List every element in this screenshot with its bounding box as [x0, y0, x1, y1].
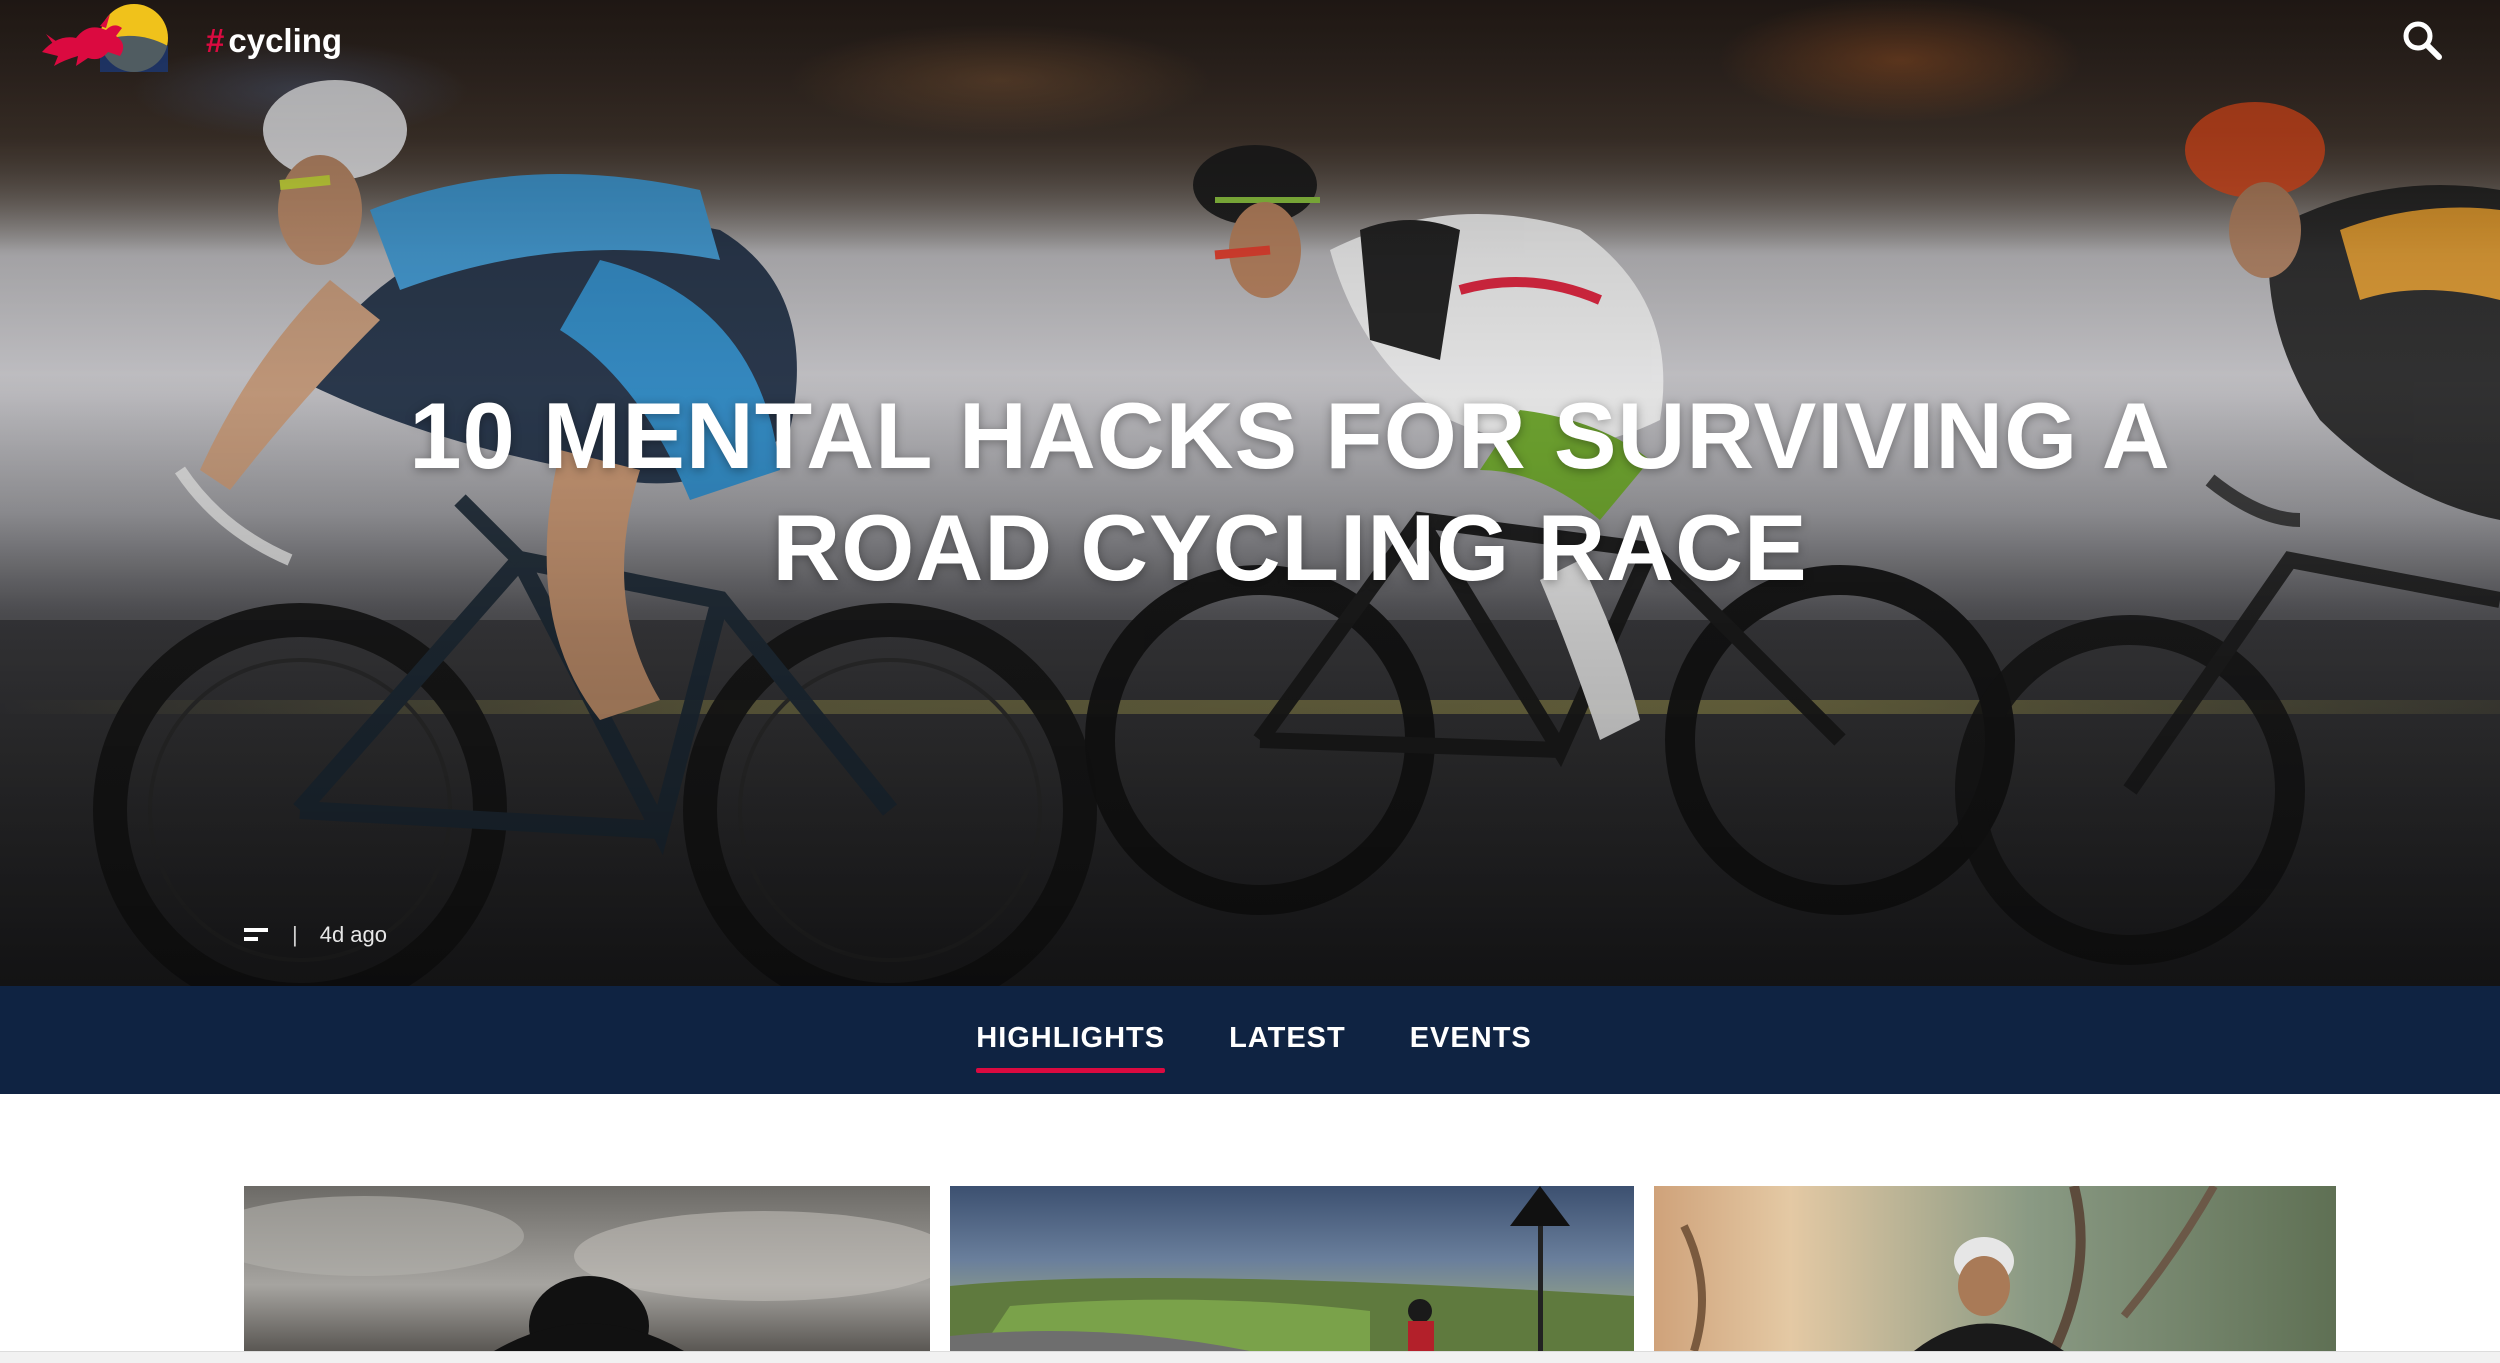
cyclist-countryside-road-photo — [950, 1186, 1634, 1351]
hashtag-symbol: # — [206, 22, 225, 59]
hero-meta: | 4d ago — [244, 920, 387, 950]
cyclist-cloudy-sky-photo — [244, 1196, 930, 1351]
cyclist-forest-photo — [1680, 1186, 2218, 1351]
hero-timestamp: 4d ago — [319, 922, 388, 947]
meta-divider: | — [292, 922, 298, 947]
red-bull-logo-icon[interactable] — [36, 0, 176, 80]
hashtag-label: cycling — [228, 22, 343, 59]
hero-banner[interactable]: # cycling 10 MENTAL HACKS FOR SURVIVING A… — [0, 0, 2500, 986]
section-hashtag[interactable]: # cycling — [206, 22, 342, 60]
page: # cycling 10 MENTAL HACKS FOR SURVIVING A… — [0, 0, 2500, 1363]
tab-highlights[interactable]: HIGHLIGHTS — [976, 1014, 1165, 1073]
search-icon[interactable] — [2400, 18, 2444, 62]
section-tab-bar: HIGHLIGHTS LATEST EVENTS — [0, 986, 2500, 1094]
bottom-scroll-strip — [0, 1351, 2500, 1363]
highlight-cards — [244, 1186, 2336, 1351]
hero-title[interactable]: 10 MENTAL HACKS FOR SURVIVING A ROAD CYC… — [350, 380, 2230, 604]
tab-events[interactable]: EVENTS — [1410, 1014, 1532, 1067]
highlight-card[interactable] — [950, 1186, 1634, 1351]
tabs: HIGHLIGHTS LATEST EVENTS — [0, 986, 2500, 1094]
tab-latest[interactable]: LATEST — [1229, 1014, 1346, 1067]
article-icon — [244, 928, 268, 941]
highlight-card[interactable] — [244, 1186, 930, 1351]
highlight-card[interactable] — [1654, 1186, 2336, 1351]
